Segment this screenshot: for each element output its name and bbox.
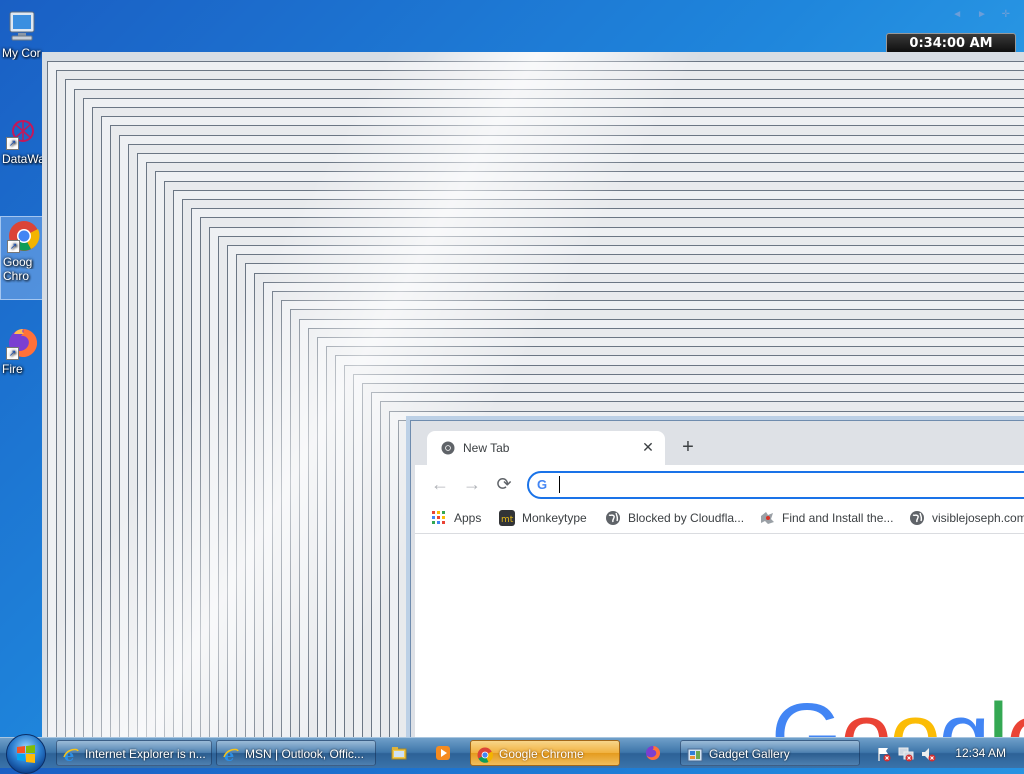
bookmarks-bar: Apps mt Monkeytype Blocked by Cloudfla..…: [415, 503, 1024, 534]
shortcut-arrow-icon: ↗: [6, 137, 19, 150]
taskbar-button-label: Gadget Gallery: [709, 747, 790, 761]
google-g-icon: G: [537, 477, 548, 492]
chrome-window[interactable]: New Tab ✕ + ← → ⟳ G Apps mt Monkeytype B…: [410, 420, 1024, 743]
chrome-favicon-icon: [441, 441, 455, 455]
shortcut-arrow-icon: ↗: [7, 240, 20, 253]
bookmark-monkeytype[interactable]: mt Monkeytype: [499, 510, 587, 526]
svg-text:mt: mt: [501, 515, 514, 525]
bookmark-label: Find and Install the...: [782, 511, 894, 525]
google-logo-letter: o: [840, 685, 892, 743]
ie-icon: e: [63, 746, 79, 765]
forward-button[interactable]: →: [461, 473, 483, 495]
desktop-icon-datawarrior[interactable]: ↗ DataWa: [0, 116, 46, 166]
desktop-icon-label: Fire: [2, 362, 23, 376]
google-logo-letter: l: [988, 685, 1009, 743]
bookmark-label: Apps: [454, 511, 482, 525]
explorer-icon: [391, 747, 407, 760]
windows-logo-icon: [17, 745, 35, 763]
network-icon[interactable]: [898, 746, 914, 762]
chrome-icon: ↗: [7, 219, 41, 253]
globe-icon: [605, 510, 621, 526]
text-caret: [559, 476, 560, 493]
address-bar[interactable]: G: [527, 471, 1024, 499]
chrome-frame: New Tab ✕ + ← → ⟳ G Apps mt Monkeytype B…: [415, 425, 1024, 743]
gadget-icon: [687, 746, 703, 762]
puzzle-icon: [759, 510, 775, 526]
taskbar-button-ie-warning[interactable]: e Internet Explorer is n...: [56, 740, 212, 766]
taskbar-button-label: Google Chrome: [499, 747, 584, 761]
address-input[interactable]: [563, 474, 967, 496]
start-button[interactable]: [6, 734, 46, 774]
ie-icon: e: [223, 746, 239, 765]
taskbar-button-msn[interactable]: e MSN | Outlook, Offic...: [216, 740, 376, 766]
taskbar-button-label: Internet Explorer is n...: [85, 747, 206, 761]
google-logo: Google: [771, 690, 1024, 743]
desktop-icon-google-chrome[interactable]: ↗ Goog Chro: [0, 216, 48, 300]
google-logo-letter: o: [889, 685, 941, 743]
media-player-icon: [436, 746, 450, 760]
bookmark-find-install[interactable]: Find and Install the...: [759, 510, 893, 526]
globe-icon: [909, 510, 925, 526]
bookmark-label: Monkeytype: [522, 511, 587, 525]
apps-grid-icon: [431, 510, 447, 526]
google-logo-letter: g: [938, 685, 990, 743]
tab-close-icon[interactable]: ✕: [639, 438, 657, 456]
taskbar-button-gadget-gallery[interactable]: Gadget Gallery: [680, 740, 860, 766]
firefox-icon: [646, 745, 661, 760]
volume-muted-icon[interactable]: [920, 746, 936, 762]
tab-title: New Tab: [463, 441, 510, 455]
taskbar-pinned-firefox[interactable]: [634, 740, 672, 766]
bookmark-visiblejoseph[interactable]: visiblejoseph.com: [909, 510, 1024, 526]
taskbar-pinned-media-player[interactable]: [424, 740, 462, 766]
reload-button[interactable]: ⟳: [493, 473, 515, 495]
clock-gadget[interactable]: 0:34:00 AM: [886, 33, 1016, 54]
desktop-icon-firefox[interactable]: ↗ Fire: [0, 326, 46, 376]
back-button[interactable]: ←: [429, 473, 451, 495]
desktop-icon-label: DataWa: [2, 152, 45, 166]
computer-icon: [6, 10, 40, 44]
gadget-nav-arrows[interactable]: ◄ ► ✛: [952, 9, 1016, 20]
bookmark-label: visiblejoseph.com: [932, 511, 1024, 525]
new-tab-button[interactable]: +: [677, 436, 699, 458]
bookmark-label: Blocked by Cloudfla...: [628, 511, 745, 525]
action-center-icon[interactable]: [876, 746, 892, 762]
google-logo-letter: G: [771, 685, 843, 743]
monkeytype-icon: mt: [499, 510, 515, 526]
desktop-icon-label: My Cor: [2, 46, 41, 60]
shortcut-arrow-icon: ↗: [6, 347, 19, 360]
chrome-icon: [477, 746, 493, 763]
bookmark-apps[interactable]: Apps: [431, 510, 481, 526]
taskbar-pinned-explorer[interactable]: [380, 740, 418, 766]
chrome-toolbar: ← → ⟳ G: [415, 465, 1024, 503]
taskbar-clock[interactable]: 12:34 AM: [955, 746, 1006, 760]
new-tab-page: Google: [415, 534, 1024, 743]
taskbar: e Internet Explorer is n... e MSN | Outl…: [0, 734, 1024, 774]
bookmark-blocked-cloudflare[interactable]: Blocked by Cloudfla...: [605, 510, 744, 526]
google-logo-letter: e: [1007, 685, 1024, 743]
desktop-icon-my-computer[interactable]: My Cor: [0, 10, 46, 60]
tab-new-tab[interactable]: New Tab ✕: [427, 431, 665, 465]
datawarrior-icon: ↗: [6, 116, 40, 150]
system-tray: 12:34 AM: [864, 738, 1024, 768]
taskbar-button-label: MSN | Outlook, Offic...: [245, 747, 364, 761]
firefox-icon: ↗: [6, 326, 40, 360]
taskbar-button-google-chrome[interactable]: Google Chrome: [470, 740, 620, 766]
